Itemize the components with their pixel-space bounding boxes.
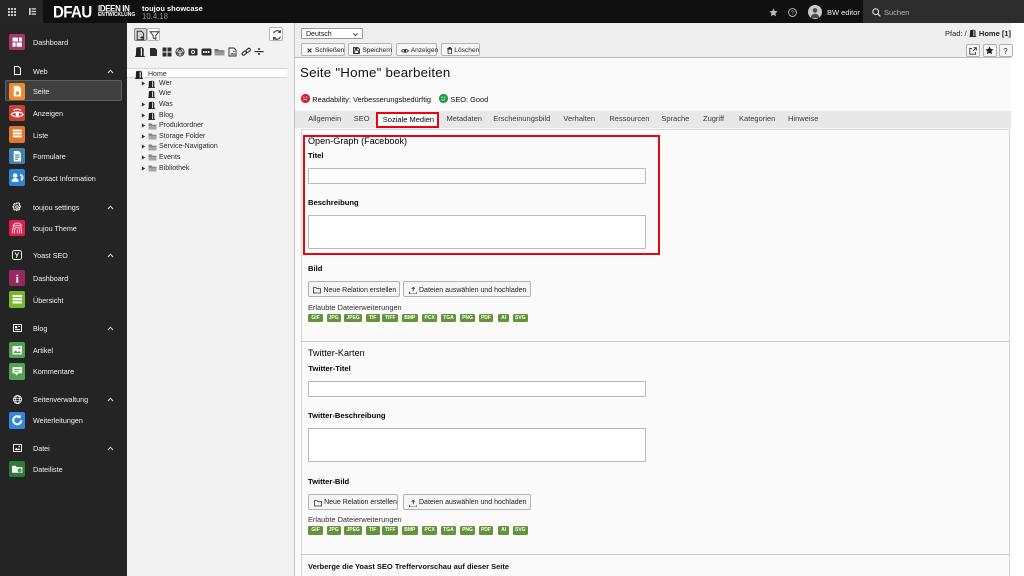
svg-text:i: i (15, 272, 19, 285)
